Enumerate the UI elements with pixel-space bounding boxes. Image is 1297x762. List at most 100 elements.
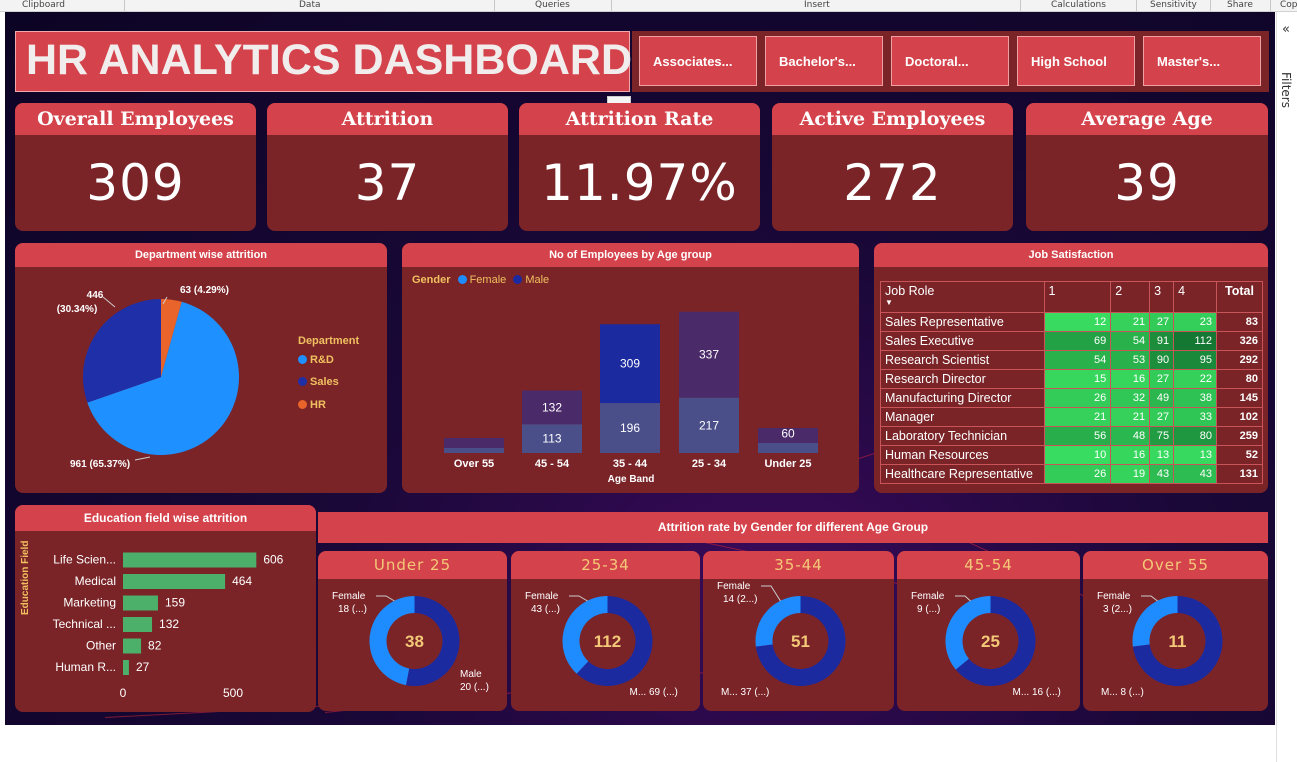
ribbon-share[interactable]: Share — [1227, 0, 1253, 11]
sort-down-icon[interactable]: ▼ — [885, 298, 893, 307]
kpi-value: 272 — [843, 154, 942, 212]
age-gender-donut-card[interactable]: Over 55 11 Female 3 (2...) M... 8 (...) — [1083, 551, 1268, 711]
donut-center-value: 112 — [594, 632, 621, 651]
double-chevron-left-icon[interactable]: « — [1282, 22, 1290, 37]
male-label: Male — [460, 669, 482, 680]
male-label: M... 8 (...) — [1101, 687, 1144, 698]
leader-line — [134, 456, 151, 461]
slicer-doctoral[interactable]: Doctoral... — [891, 36, 1009, 86]
satisfaction-cell: 54 — [1110, 331, 1151, 351]
matrix-row[interactable]: Healthcare Representative 26 19 43 43 131 — [880, 464, 1264, 484]
chart-title: No of Employees by Age group — [402, 243, 859, 267]
leader-line — [955, 595, 971, 602]
donut-center-value: 38 — [405, 632, 424, 651]
satisfaction-cell: 12 — [1043, 312, 1112, 332]
x-axis-label: Age Band — [608, 474, 655, 485]
bar-data-label: 132 — [159, 617, 179, 631]
gender-donut-chart[interactable]: 112 Female 43 (...) M... 69 (...) — [511, 579, 700, 711]
ribbon-insert[interactable]: Insert — [804, 0, 830, 11]
ribbon-clipboard[interactable]: Clipboard — [22, 0, 65, 11]
filters-pane[interactable]: « Filters — [1276, 12, 1297, 762]
y-tick-label: Life Scien... — [53, 553, 116, 567]
slicer-bachelors[interactable]: Bachelor's... — [765, 36, 883, 86]
legend-rd[interactable]: R&D — [298, 354, 334, 366]
filters-label[interactable]: Filters — [1279, 72, 1293, 108]
satisfaction-cell: 69 — [1043, 331, 1112, 351]
job-satisfaction-matrix[interactable]: Job Role ▼ 1 2 3 4 Total Sales Representa… — [880, 281, 1264, 484]
donut-title: 35-44 — [703, 551, 894, 579]
satisfaction-cell: 27 — [1149, 369, 1175, 389]
total-cell: 83 — [1215, 312, 1264, 332]
col-job-role[interactable]: Job Role ▼ — [880, 281, 1045, 313]
job-role-cell: Healthcare Representative — [880, 464, 1045, 484]
slicer-masters[interactable]: Master's... — [1143, 36, 1261, 86]
gender-donut-chart[interactable]: 11 Female 3 (2...) M... 8 (...) — [1083, 579, 1268, 711]
matrix-row[interactable]: Laboratory Technician 56 48 75 80 259 — [880, 426, 1264, 446]
slicer-associates[interactable]: Associates... — [639, 36, 757, 86]
matrix-row[interactable]: Human Resources 10 16 13 13 52 — [880, 445, 1264, 465]
col-3[interactable]: 3 — [1149, 281, 1175, 313]
male-label: M... 16 (...) — [1013, 687, 1061, 698]
total-cell: 292 — [1215, 350, 1264, 370]
ribbon-copilot[interactable]: Cop — [1280, 0, 1297, 11]
legend-sales[interactable]: Sales — [298, 376, 339, 388]
dashboard-title: HR ANALYTICS DASHBOARD — [26, 36, 633, 84]
slicer-high-school[interactable]: High School — [1017, 36, 1135, 86]
matrix-row[interactable]: Research Director 15 16 27 22 80 — [880, 369, 1264, 389]
gender-donut-chart[interactable]: 51 Female 14 (2...) M... 37 (...) — [703, 579, 894, 711]
education-bar-chart[interactable]: Life Scien... 606 Medical 464 Marketing 159 Te… — [15, 531, 316, 712]
age-gender-donut-card[interactable]: 35-44 51 Female 14 (2...) M... 37 (...) — [703, 551, 894, 711]
age-gender-donut-card[interactable]: Under 25 38 Female 18 (...) Male 20 (...) — [318, 551, 507, 711]
col-1[interactable]: 1 — [1043, 281, 1112, 313]
satisfaction-cell: 16 — [1110, 369, 1151, 389]
satisfaction-cell: 23 — [1173, 312, 1217, 332]
bar — [123, 617, 153, 632]
canvas-footer — [0, 725, 1275, 762]
female-value: 3 (2...) — [1103, 604, 1132, 615]
x-tick-label: 45 - 54 — [535, 458, 570, 470]
matrix-row[interactable]: Sales Executive 69 54 91 112 326 — [880, 331, 1264, 351]
ribbon-data[interactable]: Data — [299, 0, 321, 11]
chart-title: Job Satisfaction — [874, 243, 1268, 267]
department-attrition-card[interactable]: Department wise attrition 961 (65.37%) 44… — [15, 243, 387, 493]
kpi-label: Attrition — [267, 103, 508, 135]
satisfaction-cell: 10 — [1043, 445, 1112, 465]
chart-title: Department wise attrition — [15, 243, 387, 267]
female-value: 9 (...) — [917, 604, 940, 615]
bar-data-label: 113 — [542, 432, 561, 446]
legend-label: HR — [310, 399, 326, 411]
satisfaction-cell: 21 — [1110, 407, 1151, 427]
education-attrition-card[interactable]: Education field wise attrition Education… — [15, 505, 316, 712]
leader-line — [761, 585, 781, 602]
age-bar-chart[interactable]: Over 55 113 132 45 - 54 196 309 35 - 44 217 337 2… — [402, 267, 859, 493]
col-total[interactable]: Total — [1215, 281, 1264, 313]
satisfaction-cell: 43 — [1149, 464, 1175, 484]
matrix-row[interactable]: Manager 21 21 27 33 102 — [880, 407, 1264, 427]
ribbon-sensitivity[interactable]: Sensitivity — [1150, 0, 1197, 11]
ribbon-calculations[interactable]: Calculations — [1051, 0, 1106, 11]
satisfaction-cell: 26 — [1043, 464, 1112, 484]
ribbon-queries[interactable]: Queries — [535, 0, 570, 11]
total-cell: 259 — [1215, 426, 1264, 446]
age-gender-donut-card[interactable]: 25-34 112 Female 43 (...) M... 69 (...) — [511, 551, 700, 711]
gender-donut-chart[interactable]: 25 Female 9 (...) M... 16 (...) — [897, 579, 1080, 711]
female-label: Female — [1097, 591, 1131, 602]
kpi-attrition: Attrition 37 — [267, 103, 508, 231]
gender-donut-chart[interactable]: 38 Female 18 (...) Male 20 (...) — [318, 579, 507, 711]
female-label: Female — [911, 591, 945, 602]
total-cell: 102 — [1215, 407, 1264, 427]
job-role-cell: Research Scientist — [880, 350, 1045, 370]
col-2[interactable]: 2 — [1110, 281, 1151, 313]
legend-hr[interactable]: HR — [298, 399, 326, 411]
matrix-row[interactable]: Manufacturing Director 26 32 49 38 145 — [880, 388, 1264, 408]
satisfaction-cell: 33 — [1173, 407, 1217, 427]
leader-line — [376, 595, 395, 602]
col-4[interactable]: 4 — [1173, 281, 1217, 313]
age-group-card[interactable]: No of Employees by Age group Gender Fema… — [402, 243, 859, 493]
age-gender-donut-card[interactable]: 45-54 25 Female 9 (...) M... 16 (...) — [897, 551, 1080, 711]
matrix-row[interactable]: Research Scientist 54 53 90 95 292 — [880, 350, 1264, 370]
satisfaction-cell: 54 — [1043, 350, 1112, 370]
bar-data-label: 309 — [620, 357, 640, 371]
kpi-value: 309 — [86, 154, 185, 212]
matrix-row[interactable]: Sales Representative 12 21 27 23 83 — [880, 312, 1264, 332]
